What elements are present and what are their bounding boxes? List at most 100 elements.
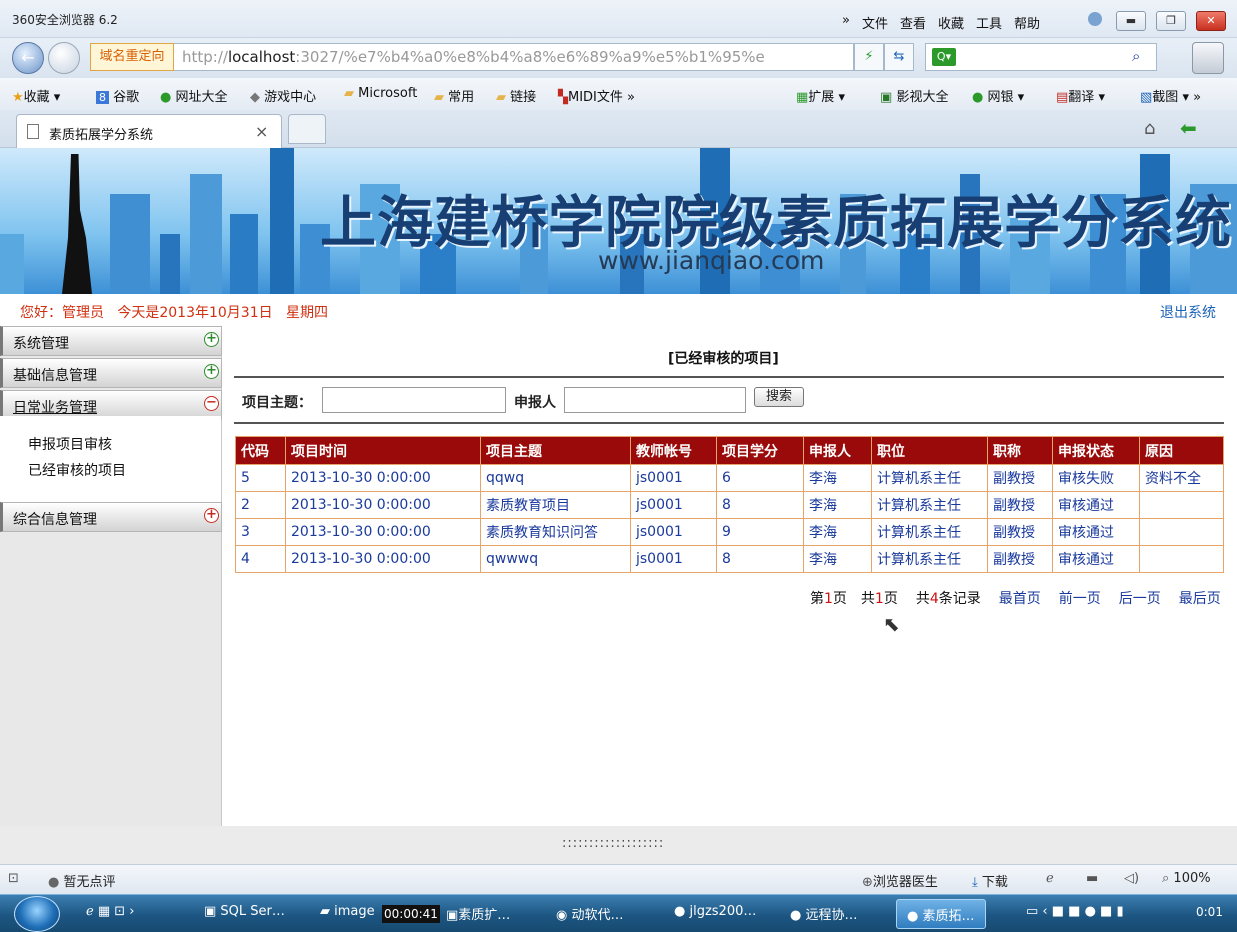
col-position: 职位 [871, 436, 988, 465]
tray-icons[interactable]: ▭ ‹ ■ ■ ● ■ ▮ [1026, 904, 1124, 919]
taskbar-item-jlgzs[interactable]: ● jlgzs200… [674, 904, 756, 919]
cell-teacher-account: js0001 [630, 518, 717, 546]
bookmark-games[interactable]: ◆ 游戏中心 [250, 86, 316, 105]
applicant-input[interactable] [564, 387, 746, 413]
sidebar-toggle-icon[interactable]: ⊡ [8, 871, 19, 886]
search-engine-icon[interactable]: Q▾ [932, 48, 956, 66]
taskbar-item-browser-active[interactable]: ● 素质拓… [896, 899, 986, 929]
bookmark-hao[interactable]: ● 网址大全 [160, 86, 228, 105]
search-icon[interactable]: ⌕ [1132, 47, 1140, 65]
table-header-row: 代码 项目时间 项目主题 教师帐号 项目学分 申报人 职位 职称 申报状态 原因 [235, 436, 1224, 465]
col-teacher-account: 教师帐号 [630, 436, 717, 465]
first-page-link[interactable]: 最首页 [999, 588, 1041, 608]
taskbar-item-suzhi[interactable]: ▣素质扩… [446, 904, 510, 923]
taskbar-item-sql[interactable]: ▣ SQL Ser… [204, 904, 285, 919]
logout-link[interactable]: 退出系统 [1160, 302, 1216, 322]
bookmark-common[interactable]: ▰ 常用 [434, 86, 474, 105]
start-button[interactable] [14, 896, 60, 932]
tab-active[interactable]: 素质拓展学分系统 × [16, 114, 282, 148]
taskbar-item-image[interactable]: ▰ image [320, 904, 375, 919]
extension-icon: ▦ [796, 90, 809, 105]
forward-button[interactable] [48, 42, 80, 74]
new-tab-button[interactable] [288, 114, 326, 144]
cell-time: 2013-10-30 0:00:00 [285, 545, 481, 573]
window-icon[interactable]: ▬ [1086, 871, 1098, 886]
cell-applicant: 李海 [803, 464, 872, 492]
sidebar-item-review[interactable]: 申报项目审核 [28, 434, 112, 454]
bookmark-microsoft[interactable]: ▰ Microsoft [344, 86, 417, 101]
maximize-button[interactable]: ❐ [1156, 11, 1186, 31]
rating-button[interactable]: ● 暂无点评 [48, 871, 116, 890]
next-page-link[interactable]: 后一页 [1119, 588, 1161, 608]
home-icon[interactable]: ⌂ [1144, 118, 1155, 139]
video-button[interactable]: ▣ 影视大全 [880, 86, 948, 105]
user-avatar-icon[interactable] [1192, 42, 1224, 74]
table-row: 3 2013-10-30 0:00:00 素质教育知识问答 js0001 9 李… [235, 518, 1224, 546]
search-button[interactable]: 搜索 [754, 387, 804, 407]
menu-file[interactable]: 文件 [862, 13, 888, 32]
extensions-button[interactable]: ▦扩展 ▾ [796, 86, 845, 105]
cell-status: 审核通过 [1052, 545, 1140, 573]
taskbar-item-remote[interactable]: ● 远程协… [790, 904, 858, 923]
compat-mode-icon[interactable]: ⇆ [884, 43, 914, 71]
tab-close-icon[interactable]: × [255, 122, 268, 141]
topic-label: 项目主题： [242, 395, 312, 411]
taskbar-item-dongruan[interactable]: ◉ 动软代… [556, 904, 624, 923]
last-page-link[interactable]: 最后页 [1179, 588, 1221, 608]
gamepad-icon: ◆ [250, 90, 260, 105]
prev-page-link[interactable]: 前一页 [1059, 588, 1101, 608]
browser-doctor-button[interactable]: ⊕浏览器医生 [862, 871, 938, 890]
search-field[interactable]: Q▾ ⌕ [925, 43, 1157, 71]
menu-more[interactable]: » [842, 13, 850, 32]
translate-button[interactable]: ▤翻译 ▾ [1056, 86, 1105, 105]
menu-favorites[interactable]: 收藏 [938, 13, 964, 32]
menu-view[interactable]: 查看 [900, 13, 926, 32]
sidebar-item-reviewed[interactable]: 已经审核的项目 [28, 460, 126, 480]
folder-icon: ▰ [496, 90, 506, 105]
cell-title: 副教授 [987, 464, 1053, 492]
download-button[interactable]: ⤓ 下载 [972, 871, 1008, 890]
browser-statusbar: ⊡ ● 暂无点评 ⊕浏览器医生 ⤓ 下载 ℯ ▬ ◁) ⌕ 100% [0, 864, 1237, 894]
url-field[interactable]: http://localhost:3027/%e7%b4%a0%e8%b4%a8… [174, 43, 854, 71]
quicklaunch-icons[interactable]: ℯ ▦ ⊡ › [86, 904, 134, 919]
bank-button[interactable]: ● 网银 ▾ [972, 86, 1024, 105]
back-button[interactable]: ← [12, 42, 44, 74]
topic-input[interactable] [322, 387, 506, 413]
footer-dots: ::::::::::::::::::: [562, 836, 665, 851]
bookmark-google[interactable]: 8 谷歌 [96, 86, 139, 105]
scissors-icon: ▧ [1140, 90, 1153, 105]
zoom-control[interactable]: ⌕ 100% [1162, 871, 1211, 886]
cell-teacher-account: js0001 [630, 491, 717, 519]
cell-position: 计算机系主任 [871, 518, 988, 546]
cell-applicant: 李海 [803, 545, 872, 573]
cell-code: 2 [235, 491, 286, 519]
cell-title: 副教授 [987, 518, 1053, 546]
sidebar-section-comprehensive[interactable]: 综合信息管理 + [0, 502, 222, 532]
midi-icon: ▚ [558, 90, 568, 105]
page-indicator: 第1页 [810, 591, 847, 607]
skin-icon[interactable] [1088, 12, 1102, 26]
sidebar-section-system[interactable]: 系统管理 + [0, 326, 222, 356]
domain-redirect-button[interactable]: 域名重定向 [90, 43, 174, 71]
screenshot-button[interactable]: ▧截图 ▾ » [1140, 86, 1201, 105]
address-toolbar: ← 域名重定向 http://localhost:3027/%e7%b4%a0%… [0, 38, 1237, 78]
ie-icon[interactable]: ℯ [1046, 871, 1054, 886]
cell-position: 计算机系主任 [871, 545, 988, 573]
undo-close-icon[interactable]: ⬅ [1180, 116, 1197, 140]
cell-position: 计算机系主任 [871, 491, 988, 519]
zoom-icon: ⌕ [1162, 871, 1170, 886]
bookmark-links[interactable]: ▰ 链接 [496, 86, 536, 105]
cell-time: 2013-10-30 0:00:00 [285, 491, 481, 519]
expand-icon: + [204, 508, 219, 523]
col-topic: 项目主题 [480, 436, 631, 465]
minimize-button[interactable]: ▬ [1116, 11, 1146, 31]
menu-tools[interactable]: 工具 [976, 13, 1002, 32]
close-window-button[interactable]: ✕ [1196, 11, 1226, 31]
menu-help[interactable]: 帮助 [1014, 13, 1040, 32]
bookmark-favorites[interactable]: ★收藏 ▾ [12, 86, 60, 105]
sidebar: 系统管理 + 基础信息管理 + 日常业务管理 − 申报项目审核 已经审核的项目 … [0, 326, 222, 826]
volume-icon[interactable]: ◁) [1124, 871, 1139, 886]
bookmark-midi[interactable]: ▚MIDI文件 » [558, 86, 635, 105]
sidebar-section-basic-info[interactable]: 基础信息管理 + [0, 358, 222, 388]
flash-icon[interactable]: ⚡ [854, 43, 884, 71]
